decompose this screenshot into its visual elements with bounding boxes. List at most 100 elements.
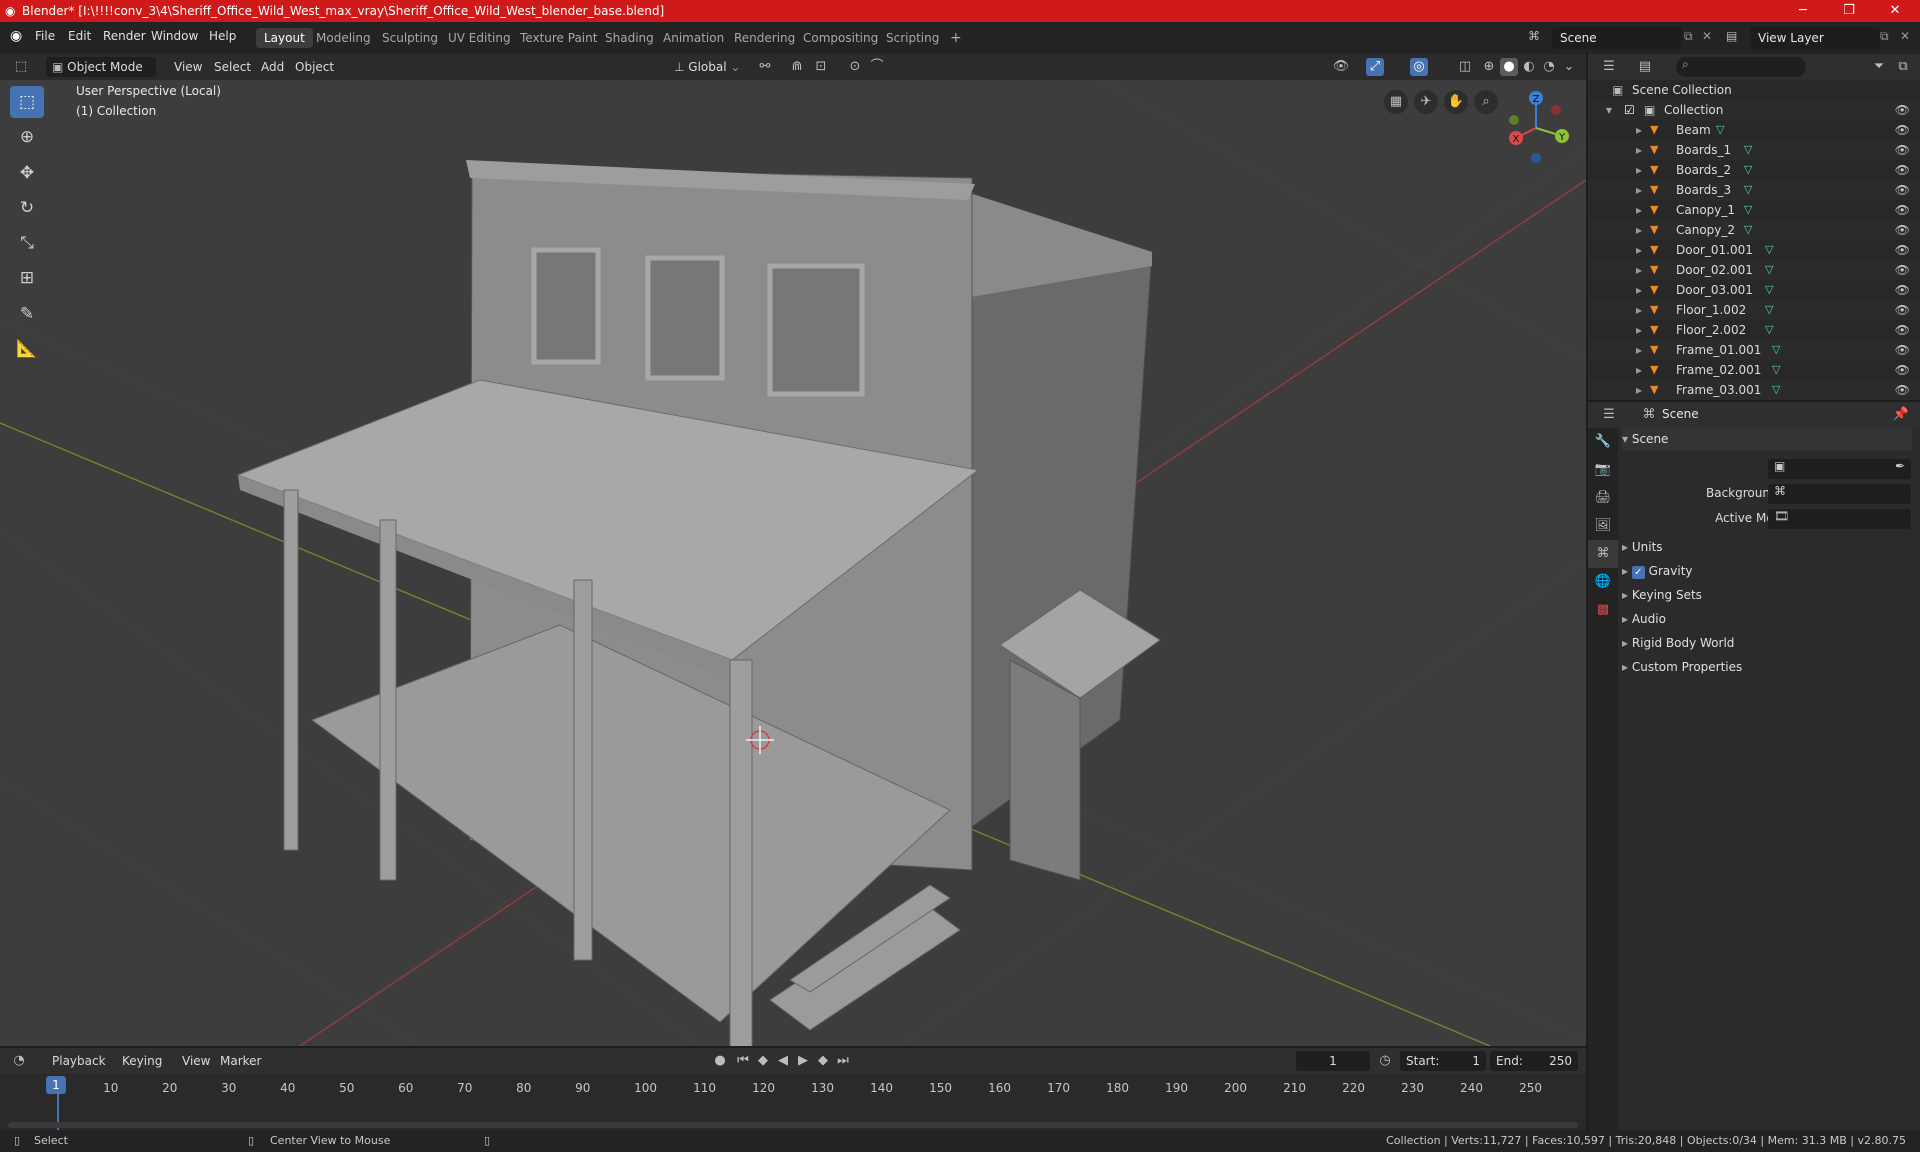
menu-view[interactable]: View [168,57,208,77]
pivot-icon[interactable]: ⚯ [756,58,774,76]
jump-start-icon[interactable]: ⏮ [734,1052,752,1070]
remove-scene-icon[interactable]: ✕ [1702,29,1712,43]
zoom-icon[interactable]: ⌕ [1474,90,1498,114]
timeline-scrollbar[interactable] [8,1122,1578,1128]
expand-icon[interactable]: ▸ [1636,320,1642,340]
cursor-tool-icon[interactable]: ⊕ [10,121,44,153]
tab-animation[interactable]: Animation [655,28,732,48]
blender-menu-icon[interactable]: ◉ [10,28,22,44]
xray-icon[interactable]: ◫ [1456,58,1474,76]
audio-panel-header[interactable]: ▸ Audio [1622,608,1912,630]
menu-select[interactable]: Select [208,57,257,77]
eye-icon[interactable]: 👁 [1895,300,1910,320]
material-shading-icon[interactable]: ◐ [1520,58,1538,76]
mesh-data-icon[interactable]: ▽ [1744,140,1752,160]
maximize-button[interactable]: ❐ [1826,0,1872,22]
menu-playback[interactable]: Playback [46,1051,112,1071]
units-panel-header[interactable]: ▸ Units [1622,536,1912,558]
outliner-item[interactable]: ▸ ▼ Frame_02.001 ▽ 👁 [1588,360,1920,380]
mesh-data-icon[interactable]: ▽ [1765,260,1773,280]
expand-icon[interactable]: ▸ [1636,380,1642,400]
editor-type-icon[interactable]: ⬚ [12,58,30,76]
menu-file[interactable]: File [35,29,55,43]
expand-icon[interactable]: ▸ [1636,220,1642,240]
expand-icon[interactable]: ▸ [1636,280,1642,300]
mode-select[interactable]: ▣ Object Mode⌄ [46,57,156,94]
expand-icon[interactable]: ▾ [1606,100,1612,120]
mesh-data-icon[interactable]: ▽ [1772,360,1780,380]
annotate-tool-icon[interactable]: ✎ [10,298,44,330]
eye-icon[interactable]: 👁 [1895,160,1910,180]
mesh-data-icon[interactable]: ▽ [1765,300,1773,320]
new-collection-icon[interactable]: ⧉ [1894,58,1912,76]
scene-panel-header[interactable]: ▾ Scene [1622,428,1912,450]
eye-icon[interactable]: 👁 [1895,180,1910,200]
new-scene-icon[interactable]: ⧉ [1684,29,1693,44]
outliner-item[interactable]: ▸ ▼ Frame_03.001 ▽ 👁 [1588,380,1920,400]
filter-icon[interactable]: ⏷ [1870,58,1888,76]
menu-edit[interactable]: Edit [68,29,91,43]
view-layer-field[interactable]: View Layer [1750,27,1880,49]
eye-icon[interactable]: 👁 [1895,240,1910,260]
pan-hand-icon[interactable]: ✋ [1444,90,1468,114]
collection-row[interactable]: ▾ ☑ ▣ Collection 👁 [1588,100,1920,120]
end-frame-field[interactable]: End: 250 [1490,1051,1578,1071]
play-icon[interactable]: ▶ [794,1052,812,1070]
tab-compositing[interactable]: Compositing [795,28,886,48]
outliner-search-input[interactable]: ⌕ [1676,57,1806,77]
rotate-tool-icon[interactable]: ↻ [10,192,44,224]
remove-view-layer-icon[interactable]: ✕ [1900,29,1910,43]
menu-render[interactable]: Render [103,29,146,43]
rendered-shading-icon[interactable]: ◔ [1540,58,1558,76]
eyedropper-icon[interactable]: ✒ [1895,459,1905,473]
clock-icon[interactable]: ◷ [1376,1052,1394,1070]
orientation-select[interactable]: ⊥ Global ⌄ [668,57,746,77]
mesh-data-icon[interactable]: ▽ [1744,160,1752,180]
mesh-data-icon[interactable]: ▽ [1744,220,1752,240]
mesh-data-icon[interactable]: ▽ [1772,340,1780,360]
view-layer-tab-icon[interactable]: 🖼 [1588,512,1618,540]
expand-icon[interactable]: ▸ [1636,200,1642,220]
eye-icon[interactable]: 👁 [1895,260,1910,280]
measure-tool-icon[interactable]: 📐 [10,333,44,365]
expand-icon[interactable]: ▸ [1636,360,1642,380]
eye-icon[interactable]: 👁 [1895,220,1910,240]
mesh-data-icon[interactable]: ▽ [1765,320,1773,340]
mesh-data-icon[interactable]: ▽ [1744,180,1752,200]
shading-options-icon[interactable]: ⌄ [1560,58,1578,76]
menu-object[interactable]: Object [289,57,340,77]
expand-icon[interactable]: ▸ [1636,300,1642,320]
prev-keyframe-icon[interactable]: ◆ [754,1052,772,1070]
eye-icon[interactable]: 👁 [1895,320,1910,340]
eye-icon[interactable]: 👁 [1895,360,1910,380]
snap-target-icon[interactable]: ⊡ [812,58,830,76]
start-frame-field[interactable]: Start: 1 [1400,1051,1486,1071]
minimize-button[interactable]: ─ [1780,0,1826,22]
eye-icon[interactable]: 👁 [1895,200,1910,220]
menu-keying[interactable]: Keying [116,1051,168,1071]
outliner-item[interactable]: ▸ ▼ Door_03.001 ▽ 👁 [1588,280,1920,300]
properties-editor-icon[interactable]: ☰ [1600,406,1618,424]
expand-icon[interactable]: ▸ [1636,260,1642,280]
tool-tab-icon[interactable]: 🔧 [1588,428,1618,456]
playhead-frame-label[interactable]: 1 [46,1076,66,1094]
tab-scripting[interactable]: Scripting [878,28,947,48]
move-tool-icon[interactable]: ✥ [10,157,44,189]
new-view-layer-icon[interactable]: ⧉ [1880,29,1889,44]
mesh-data-icon[interactable]: ▽ [1744,200,1752,220]
eye-icon[interactable]: 👁 [1895,140,1910,160]
menu-timeline-view[interactable]: View [176,1051,216,1071]
mesh-data-icon[interactable]: ▽ [1772,380,1780,400]
eye-icon[interactable]: 👁 [1895,100,1910,120]
3d-viewport[interactable]: User Perspective (Local) (1) Collection … [0,80,1586,1046]
outliner-item[interactable]: ▸ ▼ Floor_2.002 ▽ 👁 [1588,320,1920,340]
mesh-data-icon[interactable]: ▽ [1765,240,1773,260]
snap-icon[interactable]: ⋒ [788,58,806,76]
camera-view-icon[interactable]: ✈ [1414,90,1438,114]
jump-end-icon[interactable]: ⏭ [834,1052,852,1070]
scene-collection-row[interactable]: ▣ Scene Collection [1588,80,1920,100]
collection-checkbox[interactable]: ☑ [1624,100,1635,120]
next-keyframe-icon[interactable]: ◆ [814,1052,832,1070]
overlay-toggle-icon[interactable]: ◎ [1410,58,1428,76]
world-tab-icon[interactable]: 🌐 [1588,568,1618,596]
